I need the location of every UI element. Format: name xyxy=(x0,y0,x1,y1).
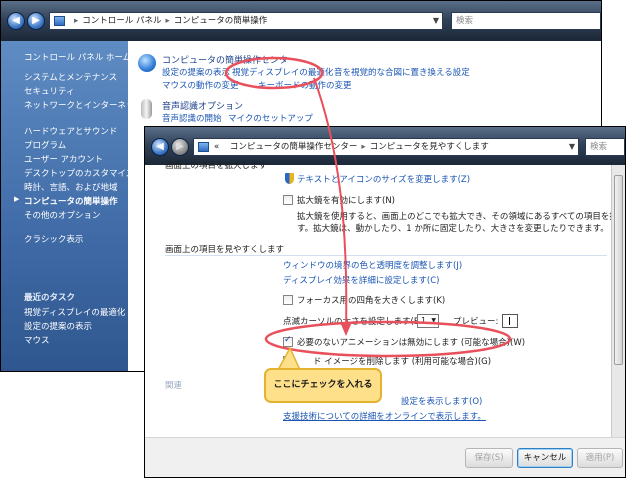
category-title[interactable]: コンピュータの簡単操作センター xyxy=(162,53,297,66)
sidebar-item-network[interactable]: ネットワークとインターネット xyxy=(1,99,143,111)
magnifier-label: 拡大鏡を有効にします(N) xyxy=(297,196,395,206)
text-size-link[interactable]: テキストとアイコンのサイズを変更します(Z) xyxy=(297,173,470,185)
address-bar-area: ◀ ▶ ▸ コントロール パネル ▸ コンピュータの簡単操作 ▼ 検索 xyxy=(1,1,601,41)
control-panel-icon xyxy=(54,16,65,26)
sidebar: コントロール パネル ホーム システムとメンテナンス セキュリティ ネットワーク… xyxy=(1,41,143,371)
save-button[interactable]: 保存(S) xyxy=(465,448,513,468)
back-button[interactable]: ◀ xyxy=(151,138,169,156)
remove-background-label: ド イメージを削除します (利用可能な場合)(G) xyxy=(313,357,492,367)
assistive-tech-online-link[interactable]: 支援技術についての詳細をオンラインで表示します。 xyxy=(283,410,486,422)
make-computer-easier-to-see-window: ◀ ▶ « コンピュータの簡単操作センター ▸ コンピュータを見やすくします ▼ 検… xyxy=(144,126,626,478)
section-heading: 画面上の項目を見やすくします xyxy=(165,245,285,255)
address-bar[interactable]: « コンピュータの簡単操作センター ▸ コンピュータを見やすくします ▼ xyxy=(193,138,579,156)
control-panel-icon xyxy=(198,142,209,152)
focus-rectangle-checkbox[interactable] xyxy=(283,295,293,305)
related-settings-link[interactable]: 設定を表示します(O) xyxy=(401,395,482,407)
sidebar-item-clock[interactable]: 時計、言語、および地域 xyxy=(1,181,128,193)
search-input[interactable]: 検索 xyxy=(451,12,601,30)
forward-button[interactable]: ▶ xyxy=(171,138,189,156)
callout-note: ここにチェックを入れる xyxy=(264,368,382,403)
section-divider xyxy=(165,255,607,256)
cursor-preview xyxy=(502,314,518,328)
category-link-visual-display[interactable]: 視覚ディスプレイの最適化 xyxy=(232,66,333,78)
sidebar-item-hardware[interactable]: ハードウェアとサウンド xyxy=(1,125,128,137)
category-link[interactable]: 音声認識の開始 xyxy=(162,112,222,124)
magnifier-description: 拡大鏡を使用すると、画面上のどこでも拡大でき、その領域にあるすべての項目を拡大表… xyxy=(297,212,625,222)
breadcrumb-item[interactable]: コンピュータの簡単操作センター xyxy=(230,142,358,152)
ease-of-access-icon xyxy=(138,54,156,72)
category-link[interactable]: キーボードの動作の変更 xyxy=(258,79,352,91)
address-dropdown-icon[interactable]: ▼ xyxy=(433,13,439,29)
sidebar-item-security[interactable]: セキュリティ xyxy=(1,85,128,97)
visual-effects-link[interactable]: ディスプレイ効果を詳細に設定します(C) xyxy=(283,274,439,286)
category-link[interactable]: 音を視覚的な合図に置き換える設定 xyxy=(334,66,470,78)
sidebar-item-home[interactable]: コントロール パネル ホーム xyxy=(1,51,131,63)
sidebar-item-other[interactable]: その他のオプション xyxy=(1,209,128,221)
chevron-down-icon: ▼ xyxy=(431,317,436,324)
recent-item[interactable]: マウス xyxy=(1,334,128,346)
magnifier-description: す。拡大鏡は、動かしたり、1 か所に固定したり、大きさを変更したりできます。 xyxy=(297,224,609,234)
sidebar-item-ease-of-access[interactable]: ▶ コンピュータの簡単操作 xyxy=(1,195,128,207)
apply-button[interactable]: 適用(P) xyxy=(577,448,623,468)
cursor-thickness-select[interactable]: 1 ▼ xyxy=(417,314,439,328)
recent-item[interactable]: 視覚ディスプレイの最適化 xyxy=(1,306,128,318)
scrollbar-thumb[interactable] xyxy=(614,175,623,365)
disable-animations-label: 必要のないアニメーションは無効にします (可能な場合)(W) xyxy=(297,338,526,348)
sidebar-item-users[interactable]: ユーザー アカウント xyxy=(1,153,128,165)
address-dropdown-icon[interactable]: ▼ xyxy=(569,139,575,155)
dialog-footer: 保存(S) キャンセル 適用(P) xyxy=(145,437,625,477)
shield-icon xyxy=(285,173,294,184)
category-link[interactable]: マイクのセットアップ xyxy=(228,112,313,124)
focus-rectangle-label: フォーカス用の四角を大きくします(K) xyxy=(297,296,446,306)
section-heading: 画面上の項目を拡大します xyxy=(165,161,268,171)
breadcrumb-item[interactable]: コンピュータを見やすくします xyxy=(370,142,489,152)
vertical-scrollbar[interactable] xyxy=(611,165,625,437)
magnifier-checkbox[interactable] xyxy=(283,195,293,205)
breadcrumb-item[interactable]: コントロール パネル xyxy=(82,16,161,26)
cancel-button[interactable]: キャンセル xyxy=(517,448,573,468)
back-button[interactable]: ◀ xyxy=(7,12,25,30)
address-bar[interactable]: ▸ コントロール パネル ▸ コンピュータの簡単操作 ▼ xyxy=(49,12,443,30)
sidebar-item-programs[interactable]: プログラム xyxy=(1,139,128,151)
recent-item[interactable]: 設定の提案の表示 xyxy=(1,320,128,332)
microphone-icon xyxy=(141,99,152,119)
sidebar-item-classic[interactable]: クラシック表示 xyxy=(1,233,128,245)
category-link[interactable]: 設定の提案の表示 xyxy=(162,66,230,78)
recent-tasks-title: 最近のタスク xyxy=(24,293,76,303)
sidebar-item-system[interactable]: システムとメンテナンス xyxy=(1,71,128,83)
disable-animations-checkbox[interactable] xyxy=(283,335,293,347)
window-color-link[interactable]: ウィンドウの境界の色と透明度を調整します(J) xyxy=(283,259,462,271)
settings-content: 画面上の項目を拡大します テキストとアイコンのサイズを変更します(Z) 拡大鏡を… xyxy=(145,161,625,477)
category-link[interactable]: マウスの動作の変更 xyxy=(162,79,239,91)
preview-label: プレビュー: xyxy=(453,317,499,327)
section-heading: 関連 xyxy=(165,381,183,391)
search-input[interactable]: 検索 xyxy=(585,138,625,156)
cursor-thickness-label: 点滅カーソルの太さを設定します(B): xyxy=(283,317,426,327)
sidebar-item-desktop[interactable]: デスクトップのカスタマイズ xyxy=(1,167,134,179)
breadcrumb-item[interactable]: コンピュータの簡単操作 xyxy=(174,16,268,26)
forward-button[interactable]: ▶ xyxy=(27,12,45,30)
current-bullet-icon: ▶ xyxy=(14,195,20,203)
remove-background-checkbox[interactable] xyxy=(283,356,293,366)
category-title[interactable]: 音声認識オプション xyxy=(162,99,243,112)
